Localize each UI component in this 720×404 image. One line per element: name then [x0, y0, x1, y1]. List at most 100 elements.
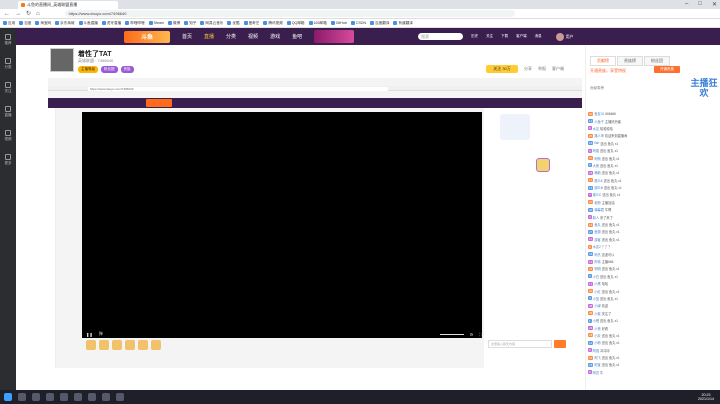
bookmark-item[interactable]: 斗鱼直播: [78, 21, 98, 26]
bookmark-item[interactable]: 微博: [168, 21, 180, 26]
chat-username[interactable]: 小白: [593, 274, 599, 279]
chat-username[interactable]: 鱼丸: [594, 222, 600, 227]
chat-username[interactable]: 小黑: [594, 281, 600, 286]
gift-item[interactable]: [112, 340, 122, 350]
bookmark-item[interactable]: 网易云音乐: [200, 21, 223, 26]
site-search-input[interactable]: 搜索: [418, 33, 464, 40]
chat-username[interactable]: 弹幕君: [594, 207, 604, 212]
header-event-banner[interactable]: [314, 30, 355, 43]
chat-username[interactable]: 小绿: [594, 303, 600, 308]
nav-video[interactable]: 视频: [248, 33, 258, 40]
bookmark-item[interactable]: 优酷: [227, 21, 240, 26]
bookmark-item[interactable]: 有道翻译: [393, 21, 413, 26]
chat-username[interactable]: 路人甲: [594, 133, 604, 138]
header-follow-icon[interactable]: 关注: [486, 34, 493, 39]
chat-username[interactable]: 观众A: [594, 178, 603, 183]
site-logo[interactable]: 斗鱼: [124, 30, 170, 43]
bookmark-item[interactable]: 虎牙直播: [101, 21, 121, 26]
chat-username[interactable]: 观众B: [594, 185, 603, 190]
home-icon[interactable]: ⌂: [36, 11, 40, 17]
taskview-icon[interactable]: [32, 393, 40, 401]
bookmark-item[interactable]: 哔哩哔哩: [125, 21, 145, 26]
chat-input[interactable]: 这里输入聊天内容: [488, 340, 552, 348]
chat-username[interactable]: 小红: [594, 289, 600, 294]
user-name[interactable]: 用户: [566, 34, 574, 40]
follow-button[interactable]: 关注 30万: [486, 65, 518, 73]
nav-game[interactable]: 游戏: [270, 33, 280, 40]
bookmark-item[interactable]: 应用: [3, 21, 15, 26]
bookmark-item[interactable]: CSDN: [350, 21, 366, 25]
video-player[interactable]: [82, 112, 482, 338]
app-icon[interactable]: [88, 393, 96, 401]
chat-username[interactable]: 鱼友01: [594, 111, 604, 116]
bookmark-item[interactable]: 爱奇艺: [243, 21, 259, 26]
bookmark-item[interactable]: 京东商城: [55, 21, 75, 26]
chat-username[interactable]: 阿猫: [593, 148, 599, 153]
fullscreen-icon[interactable]: ⛶: [479, 332, 482, 337]
chat-username[interactable]: 阿伟: [594, 259, 600, 264]
search-icon[interactable]: [18, 393, 26, 401]
fanclub-tag[interactable]: 粉丝团: [101, 66, 118, 73]
danmaku-icon[interactable]: 弹: [99, 331, 103, 337]
chat-username[interactable]: 小黄: [594, 326, 600, 331]
back-icon[interactable]: ←: [4, 11, 10, 17]
sidebar-item[interactable]: 视频: [0, 124, 16, 148]
vip-button[interactable]: 开通贵族: [654, 66, 680, 73]
chat-username[interactable]: 老粉: [594, 200, 600, 205]
sidebar-item[interactable]: 直播: [0, 100, 16, 124]
header-client-icon[interactable]: 客户端: [516, 34, 527, 39]
chat-username[interactable]: 阿狗: [594, 156, 600, 161]
chat-username[interactable]: 小紫: [594, 311, 600, 316]
chat-username[interactable]: 水友: [593, 126, 599, 131]
reload-icon[interactable]: ↻: [26, 10, 31, 17]
volume-slider[interactable]: [439, 333, 464, 335]
chat-username[interactable]: 观众C: [593, 192, 602, 197]
header-history-icon[interactable]: 历史: [471, 34, 478, 39]
settings-icon[interactable]: ⚙: [470, 332, 474, 337]
chat-username[interactable]: 阿强: [593, 348, 599, 353]
app-icon[interactable]: [74, 393, 82, 401]
bookmark-item[interactable]: 百度翻译: [370, 21, 389, 26]
chat-username[interactable]: 阿明: [594, 266, 600, 271]
bookmark-item[interactable]: 百度: [19, 21, 31, 26]
browser-tab[interactable]: 斗鱼的直播间_英雄联盟直播: [18, 1, 118, 9]
chat-username[interactable]: 阿亮: [593, 370, 599, 375]
close-icon[interactable]: ✕: [712, 1, 717, 8]
bookmark-item[interactable]: GitHub: [330, 21, 347, 25]
app-icon[interactable]: [116, 393, 124, 401]
tab-contribution[interactable]: 贡献榜: [590, 56, 616, 66]
chat-username[interactable]: 游客: [594, 237, 600, 242]
sidebar-item[interactable]: 分类: [0, 52, 16, 76]
nav-home[interactable]: 首页: [182, 33, 192, 40]
send-button[interactable]: [554, 340, 566, 348]
streamer-avatar[interactable]: [50, 48, 74, 72]
chat-username[interactable]: 阿飞: [594, 355, 600, 360]
chat-username[interactable]: 水友2: [593, 244, 601, 249]
client-button[interactable]: 客户端: [552, 66, 564, 72]
sidebar-item[interactable]: 关注: [0, 76, 16, 100]
bookmark-item[interactable]: 淘宝网: [35, 21, 51, 26]
forward-icon[interactable]: →: [15, 11, 21, 17]
pause-icon[interactable]: ❚❚: [86, 332, 93, 337]
chat-username[interactable]: 小粉: [594, 340, 600, 345]
gift-item[interactable]: [151, 340, 161, 350]
chat-username[interactable]: 阿杰: [594, 252, 600, 257]
gift-item[interactable]: [99, 340, 109, 350]
gift-item[interactable]: [138, 340, 148, 350]
bookmark-item[interactable]: 163邮箱: [308, 21, 327, 26]
header-download-icon[interactable]: 下载: [501, 34, 508, 39]
system-clock[interactable]: 20:23 2021/1/14: [698, 393, 714, 402]
chat-username[interactable]: fish: [594, 141, 599, 145]
minimize-icon[interactable]: –: [685, 1, 688, 8]
share-button[interactable]: 分享: [524, 66, 532, 72]
nav-category[interactable]: 分类: [226, 33, 236, 40]
chat-username[interactable]: 小鱼干: [594, 119, 604, 124]
chrome-icon[interactable]: [46, 393, 54, 401]
event-logo[interactable]: 主播狂欢: [690, 78, 718, 108]
sidebar-item[interactable]: 更多: [0, 148, 16, 172]
gift-item[interactable]: [125, 340, 135, 350]
user-avatar[interactable]: [555, 32, 564, 41]
chat-username[interactable]: 小蓝: [593, 296, 599, 301]
header-message-icon[interactable]: 消息: [535, 34, 542, 39]
chat-username[interactable]: 新人: [593, 215, 599, 220]
